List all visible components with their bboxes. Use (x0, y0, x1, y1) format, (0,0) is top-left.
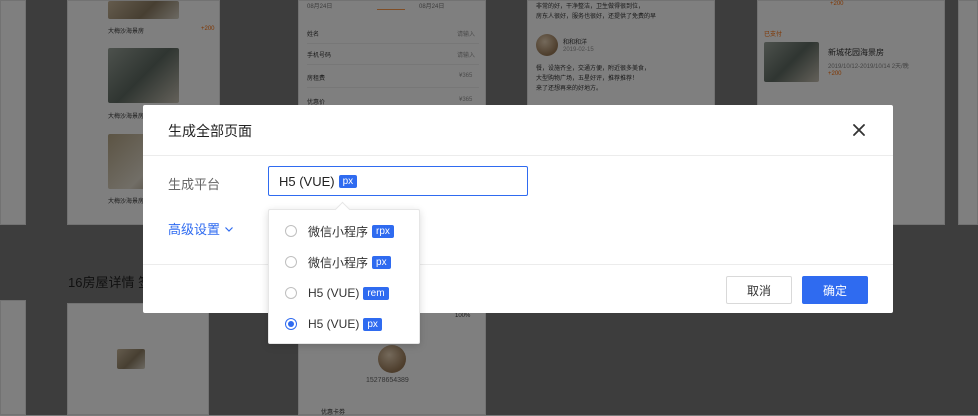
option-unit-tag: rem (363, 286, 389, 300)
option-label: 微信小程序 (308, 255, 369, 270)
option-unit-tag: rpx (372, 224, 394, 238)
option-unit-tag: px (363, 317, 382, 331)
option-label: H5 (VUE) (308, 286, 360, 300)
platform-select[interactable]: H5 (VUE) px (268, 166, 528, 196)
platform-unit-tag: px (338, 174, 358, 188)
chevron-down-icon (225, 226, 233, 232)
platform-option-h5-px[interactable]: H5 (VUE) px (269, 309, 419, 339)
platform-dropdown: 微信小程序 rpx 微信小程序 px H5 (VUE) rem H5 (VUE)… (268, 209, 420, 344)
radio-icon[interactable] (285, 287, 297, 299)
close-icon[interactable] (851, 122, 867, 138)
option-unit-tag: px (372, 255, 391, 269)
platform-label: 生成平台 (168, 177, 221, 192)
option-label: H5 (VUE) (308, 317, 360, 331)
dialog-body: 生成平台 H5 (VUE) px 高级设置 (143, 156, 893, 264)
dialog-header: 生成全部页面 (143, 105, 893, 156)
radio-checked-icon[interactable] (285, 318, 297, 330)
radio-icon[interactable] (285, 256, 297, 268)
platform-option-h5-rem[interactable]: H5 (VUE) rem (269, 278, 419, 308)
generate-pages-dialog: 生成全部页面 生成平台 H5 (VUE) px 高级设置 取消 确定 (143, 105, 893, 313)
platform-option-wechat-rpx[interactable]: 微信小程序 rpx (269, 216, 419, 246)
platform-select-value: H5 (VUE) (279, 173, 335, 189)
confirm-button[interactable]: 确定 (802, 276, 868, 304)
dialog-footer: 取消 确定 (143, 264, 893, 314)
dialog-title: 生成全部页面 (168, 123, 252, 139)
option-label: 微信小程序 (308, 224, 369, 239)
advanced-settings-toggle[interactable]: 高级设置 (168, 219, 234, 238)
platform-option-wechat-px[interactable]: 微信小程序 px (269, 247, 419, 277)
advanced-settings-label: 高级设置 (168, 222, 221, 237)
radio-icon[interactable] (285, 225, 297, 237)
cancel-button[interactable]: 取消 (726, 276, 792, 304)
